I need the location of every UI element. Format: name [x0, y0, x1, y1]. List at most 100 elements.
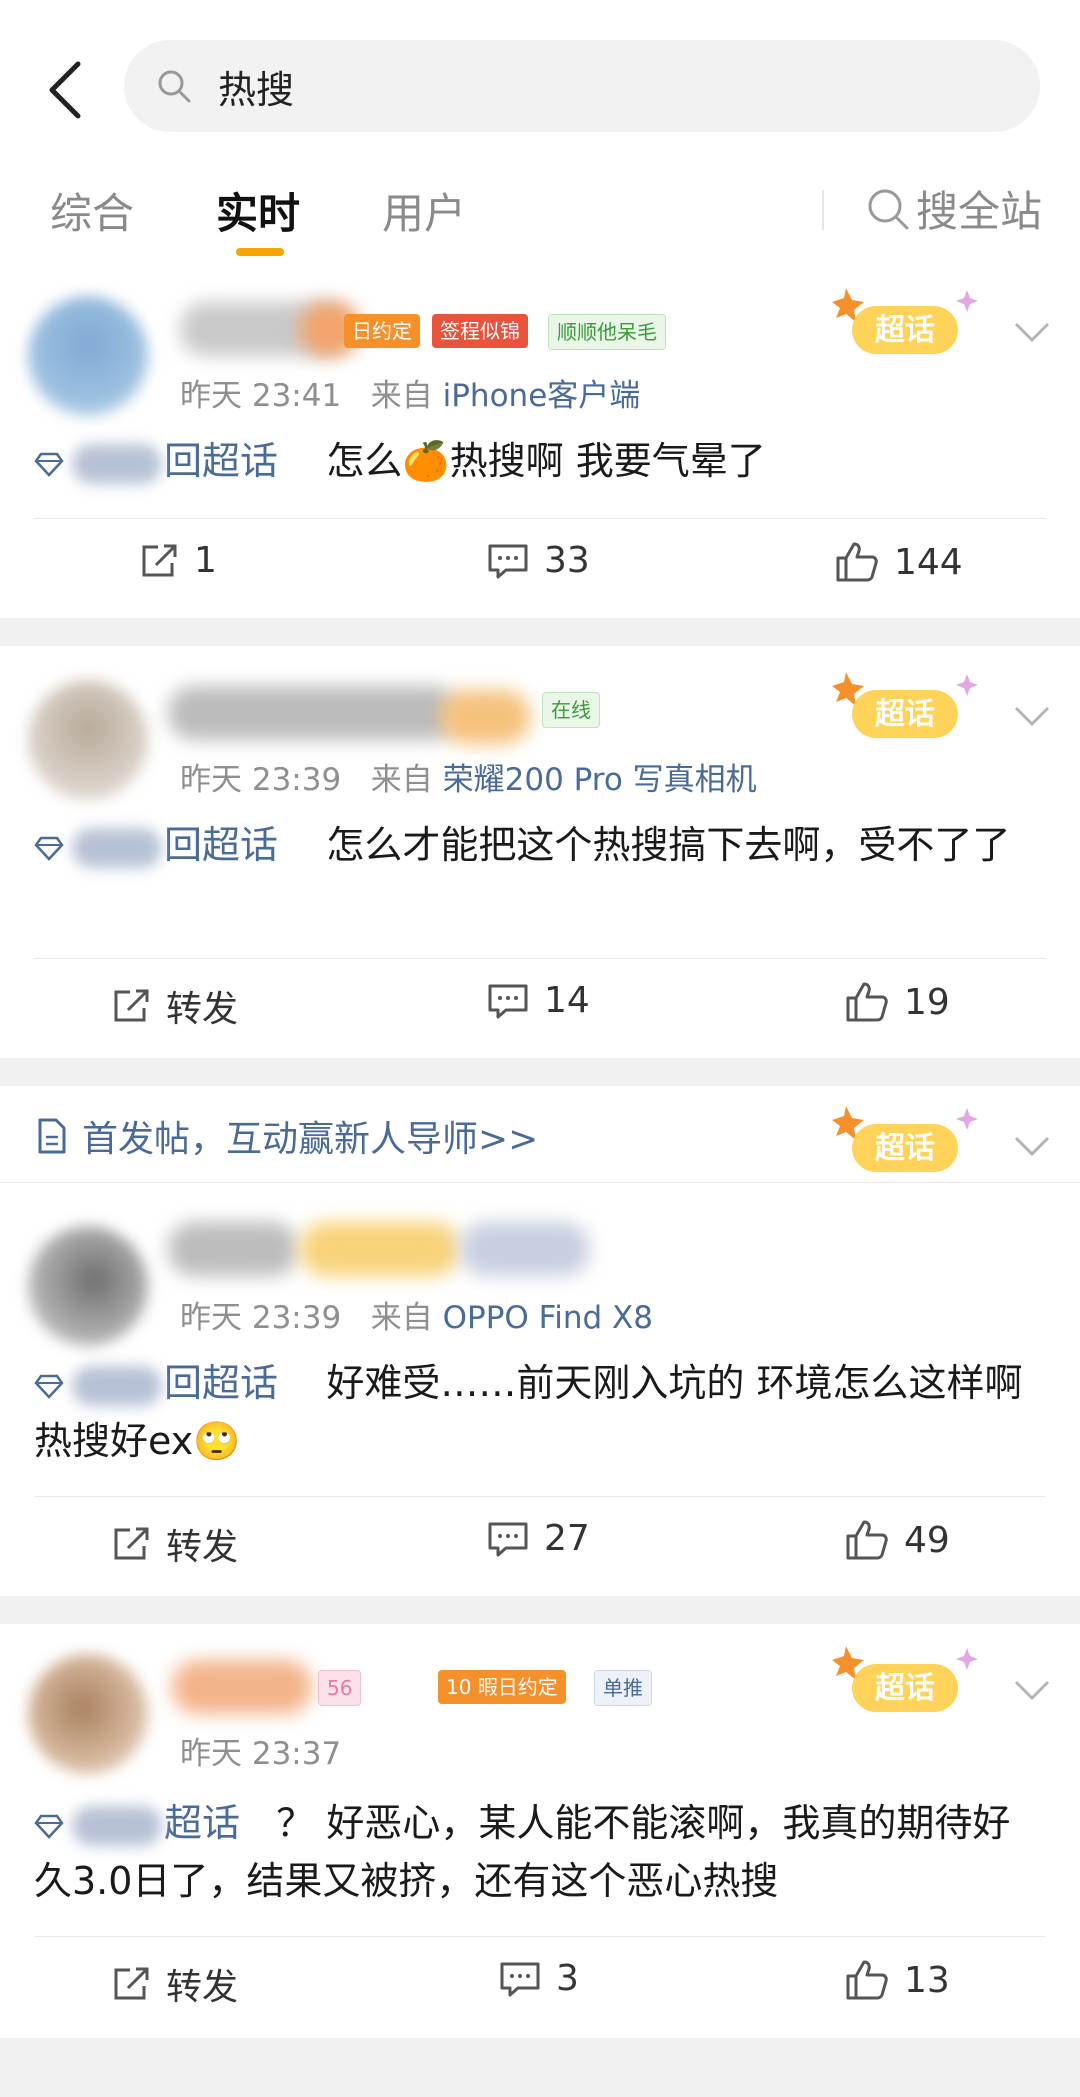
search-input[interactable]: 热搜	[124, 40, 1040, 132]
repost-button[interactable]: 转发	[110, 1958, 238, 2010]
thumbs-up-icon	[836, 542, 878, 582]
comment-count: 3	[556, 1958, 579, 1999]
chaohua-badge-icon[interactable]: 超话	[826, 1646, 986, 1726]
comment-button[interactable]: 33	[486, 540, 590, 581]
avatar[interactable]	[28, 1654, 148, 1774]
comment-button[interactable]: 14	[486, 980, 590, 1021]
repost-icon	[114, 1527, 149, 1560]
comment-count: 33	[544, 540, 590, 581]
repost-label: 转发	[166, 989, 239, 1030]
comment-icon	[488, 1522, 528, 1556]
divider	[34, 518, 1046, 519]
post-card[interactable]: 日约定 签程似锦 顺顺他呆毛 昨天 23:41 来自 iPhone客户端 超话 …	[0, 266, 1080, 618]
tab-users[interactable]: 用户	[382, 180, 466, 241]
chevron-down-icon[interactable]	[1012, 1132, 1052, 1162]
like-button[interactable]: 13	[844, 1958, 950, 2002]
user-badge: 顺顺他呆毛	[548, 314, 666, 350]
like-count: 19	[904, 981, 950, 1023]
tab-divider	[822, 190, 824, 230]
like-button[interactable]: 144	[834, 540, 963, 584]
post-content: 超话 ？ 好恶心，某人能不能滚啊，我真的期待好久3.0日了，结果又被挤，还有这个…	[34, 1794, 1044, 1910]
post-time: 昨天 23:39	[180, 1300, 342, 1336]
back-arrow-icon	[49, 61, 81, 119]
post-card[interactable]: 56 10 暇日约定 单推 昨天 23:37 超话 超话 ？ 好恶心，某人能不能…	[0, 1624, 1080, 2038]
topic-link[interactable]: 回超话	[34, 823, 290, 868]
post-source[interactable]: iPhone客户端	[443, 378, 641, 414]
search-query: 热搜	[218, 67, 295, 112]
user-badge: 签程似锦	[432, 314, 528, 348]
chaohua-badge-icon[interactable]: 超话	[826, 1106, 986, 1186]
promo-banner[interactable]: 首发帖，互动赢新人导师>>	[36, 1110, 538, 1162]
topic-suffix: 超话	[164, 1801, 241, 1845]
comment-button[interactable]: 27	[486, 1518, 590, 1559]
thumbs-up-icon	[846, 1960, 888, 2000]
repost-icon	[114, 989, 149, 1022]
post-time: 昨天 23:41	[180, 378, 342, 414]
repost-button[interactable]: 1	[138, 540, 217, 581]
user-badge: 10 暇日约定	[438, 1670, 566, 1704]
diamond-icon	[34, 1374, 64, 1399]
post-content: 回超话 怎么🍊热搜啊 我要气晕了	[34, 432, 1044, 490]
top-bar: 热搜	[0, 0, 1080, 170]
topic-name-blur	[72, 827, 162, 868]
like-count: 49	[904, 1519, 950, 1561]
comment-icon	[500, 1962, 540, 1996]
chevron-down-icon[interactable]	[1012, 318, 1052, 348]
card-gap	[0, 1596, 1080, 1624]
like-button[interactable]: 19	[844, 980, 950, 1024]
chaohua-badge-label: 超话	[875, 1671, 935, 1706]
active-tab-indicator	[236, 248, 284, 256]
divider	[34, 958, 1046, 959]
topic-link[interactable]: 回超话	[34, 1361, 290, 1406]
avatar[interactable]	[28, 296, 148, 416]
tab-all[interactable]: 综合	[50, 180, 134, 241]
like-button[interactable]: 49	[844, 1518, 950, 1562]
repost-count: 1	[194, 540, 217, 581]
username-badge-blur	[440, 690, 530, 744]
search-all-button[interactable]: 搜全站	[866, 178, 1042, 239]
search-icon	[156, 66, 196, 106]
topic-link[interactable]: 超话	[34, 1801, 252, 1846]
chevron-down-icon[interactable]	[1012, 1676, 1052, 1706]
repost-label: 转发	[166, 1967, 239, 2008]
chaohua-badge-label: 超话	[875, 1131, 935, 1166]
username[interactable]	[172, 1660, 312, 1714]
post-source[interactable]: OPPO Find X8	[443, 1300, 653, 1336]
chevron-down-icon[interactable]	[1012, 702, 1052, 732]
user-badge: 日约定	[344, 314, 420, 348]
comment-button[interactable]: 3	[498, 1958, 579, 1999]
post-source[interactable]: 荣耀200 Pro 写真相机	[443, 762, 757, 798]
divider	[34, 1496, 1046, 1497]
chaohua-badge-icon[interactable]: 超话	[826, 288, 986, 368]
back-button[interactable]	[36, 50, 96, 130]
topic-suffix: 回超话	[164, 823, 279, 867]
topic-suffix: 回超话	[164, 1361, 279, 1405]
repost-icon	[142, 544, 177, 576]
post-card[interactable]: 首发帖，互动赢新人导师>> 超话 昨天 23:39 来自 OPPO Find X…	[0, 1086, 1080, 1596]
comment-count: 14	[544, 980, 590, 1021]
topic-suffix: 回超话	[164, 439, 279, 483]
divider	[34, 1936, 1046, 1937]
repost-button[interactable]: 转发	[110, 980, 238, 1032]
search-all-label: 搜全站	[916, 187, 1043, 236]
thumbs-up-icon	[846, 1520, 888, 1560]
post-card[interactable]: 在线 昨天 23:39 来自 荣耀200 Pro 写真相机 超话 回超话 怎么才…	[0, 646, 1080, 1058]
source-prefix: 来自	[370, 378, 433, 414]
topic-link[interactable]: 回超话	[34, 439, 290, 484]
diamond-icon	[34, 836, 64, 861]
username[interactable]	[168, 686, 458, 740]
username[interactable]	[168, 1222, 298, 1276]
repost-button[interactable]: 转发	[110, 1518, 238, 1570]
post-text: 怎么🍊热搜啊 我要气晕了	[326, 439, 766, 483]
search-icon	[868, 189, 909, 229]
online-badge: 在线	[542, 692, 600, 728]
document-icon	[38, 1118, 66, 1154]
username-badge-blur	[460, 1222, 590, 1276]
chaohua-badge-label: 超话	[875, 313, 935, 348]
avatar[interactable]	[28, 680, 148, 800]
tab-realtime[interactable]: 实时	[216, 180, 300, 241]
comment-count: 27	[544, 1518, 590, 1559]
topic-name-blur	[72, 1805, 162, 1846]
chaohua-badge-icon[interactable]: 超话	[826, 672, 986, 752]
avatar[interactable]	[28, 1226, 148, 1346]
